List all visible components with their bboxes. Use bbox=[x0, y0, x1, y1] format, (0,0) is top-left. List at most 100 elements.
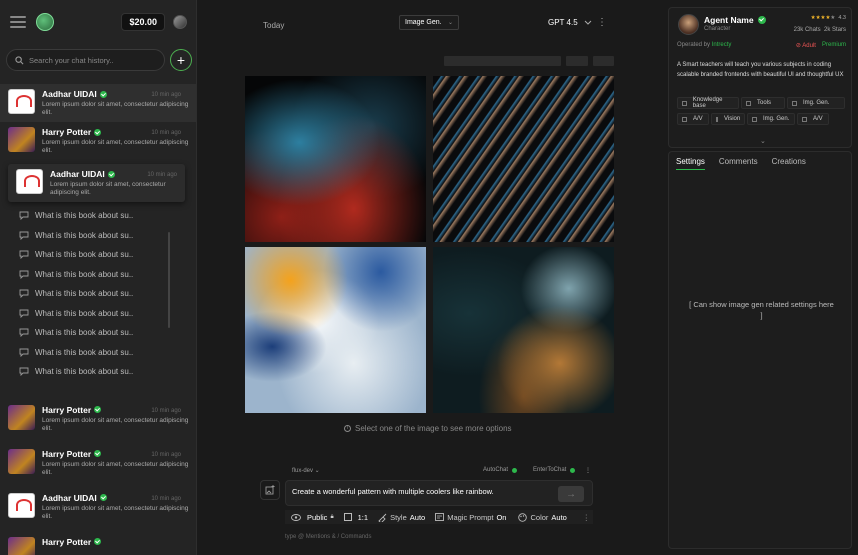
square-icon bbox=[343, 513, 352, 521]
feature-checkbox[interactable]: Img. Gen. bbox=[747, 113, 795, 125]
chat-item[interactable]: Harry Potter Lorem ipsum dolor sit amet, … bbox=[0, 444, 196, 482]
chat-bubble-icon bbox=[19, 270, 29, 279]
feature-label: A/V bbox=[813, 116, 823, 122]
agent-description: A Smart teachers will teach you various … bbox=[677, 62, 844, 78]
settings-placeholder: [ Can show image gen related settings he… bbox=[689, 300, 834, 320]
expand-chevron-icon[interactable]: ⌄ bbox=[760, 137, 766, 145]
generated-image-3[interactable] bbox=[245, 247, 426, 413]
composer-options: flux-dev ⌄ AutoChat EnterToChat ⋮ bbox=[292, 467, 592, 477]
chat-desc: Lorem ipsum dolor sit amet, consectetur … bbox=[42, 101, 189, 116]
harry-potter-thumb bbox=[8, 127, 35, 152]
eye-icon bbox=[291, 513, 301, 521]
agent-avatar[interactable] bbox=[678, 14, 699, 35]
rating: ★★★★ ★ 4.3 bbox=[811, 15, 846, 21]
ratio-option[interactable]: 1:1 bbox=[343, 512, 369, 522]
chat-name: Harry Potter bbox=[42, 404, 92, 415]
attach-image-button[interactable] bbox=[260, 480, 280, 500]
autochat-toggle[interactable]: AutoChat bbox=[483, 467, 518, 473]
feature-checkbox[interactable]: Knowledge base bbox=[677, 97, 739, 109]
checkbox-icon bbox=[746, 100, 751, 106]
feature-checkbox[interactable]: A/V bbox=[797, 113, 829, 125]
agent-role: Character bbox=[704, 26, 731, 32]
date-label: Today bbox=[263, 21, 285, 30]
chat-bubble-icon bbox=[19, 211, 29, 221]
question-text: What is this book about su.. bbox=[35, 269, 134, 279]
chat-time: 10 min ago bbox=[151, 407, 181, 414]
chat-count: 23k Chats bbox=[793, 27, 821, 33]
search-placeholder: Search your chat history.. bbox=[29, 55, 114, 65]
feature-checkbox[interactable]: Vision bbox=[711, 113, 745, 125]
generated-image-2[interactable] bbox=[433, 76, 614, 242]
credit-balance[interactable]: $20.00 bbox=[121, 13, 165, 31]
toolbar-more-icon[interactable]: ⋮ bbox=[583, 513, 591, 522]
generated-image-1[interactable] bbox=[245, 76, 426, 242]
engine-select[interactable]: flux-dev ⌄ bbox=[292, 467, 320, 474]
search-input[interactable]: Search your chat history.. bbox=[6, 49, 165, 71]
chat-item[interactable]: Harry Potter bbox=[0, 532, 196, 555]
chevron-down-icon bbox=[584, 20, 592, 25]
arrow-right-icon: → bbox=[566, 488, 576, 500]
image-grid bbox=[245, 76, 614, 413]
image-add-icon bbox=[265, 485, 275, 495]
mode-value: Image Gen. bbox=[405, 19, 442, 26]
chat-item[interactable]: Harry Potter Lorem ipsum dolor sit amet, … bbox=[0, 122, 196, 160]
toggle-on-indicator bbox=[570, 467, 576, 473]
new-chat-button[interactable]: + bbox=[170, 49, 192, 71]
chat-desc: Lorem ipsum dolor sit amet, consectetur … bbox=[42, 460, 189, 476]
feature-label: Img. Gen. bbox=[763, 116, 790, 122]
style-option[interactable]: Style Auto bbox=[378, 513, 425, 522]
harry-potter-thumb bbox=[8, 404, 35, 430]
question-text: What is this book about su.. bbox=[35, 211, 134, 221]
magic-prompt-option[interactable]: Magic Prompt On bbox=[435, 513, 506, 522]
sidebar-scrollbar[interactable] bbox=[168, 232, 170, 328]
search-icon bbox=[15, 55, 24, 64]
chat-bubble-icon bbox=[19, 250, 29, 260]
visibility-option[interactable]: Public 🔒︎ bbox=[291, 513, 334, 522]
hint-text: Select one of the image to see more opti… bbox=[355, 424, 512, 433]
palette-icon bbox=[518, 512, 528, 522]
ratio-value: 1:1 bbox=[357, 512, 369, 522]
magic-value: On bbox=[496, 512, 507, 522]
feature-checkbox[interactable]: Tools bbox=[741, 97, 785, 109]
avatar[interactable] bbox=[173, 15, 187, 29]
question-text: What is this book about su.. bbox=[35, 367, 134, 377]
harry-potter-thumb bbox=[8, 448, 35, 474]
operator-link[interactable]: Intrecty bbox=[712, 42, 732, 48]
chat-name: Aadhar UIDAI bbox=[42, 89, 97, 99]
operator: Operated by Intrecty bbox=[677, 42, 731, 48]
chat-item-dragging[interactable]: Aadhar UIDAI Lorem ipsum dolor sit amet, … bbox=[8, 164, 185, 202]
brush-icon bbox=[378, 513, 387, 522]
tab-comments[interactable]: Comments bbox=[719, 157, 758, 170]
aadhar-logo-thumb bbox=[8, 492, 35, 518]
chevron-down-icon: ⌄ bbox=[447, 20, 453, 26]
info-icon: i bbox=[344, 425, 351, 432]
question-text: What is this book about su.. bbox=[35, 347, 134, 357]
model-select[interactable]: GPT 4.5 bbox=[548, 18, 592, 27]
feature-checkbox[interactable]: A/V bbox=[677, 113, 709, 125]
generated-image-4[interactable] bbox=[433, 247, 614, 413]
tab-settings[interactable]: Settings bbox=[676, 157, 705, 170]
composer-more-icon[interactable]: ⋮ bbox=[585, 467, 591, 474]
menu-icon[interactable] bbox=[10, 16, 26, 28]
agent-name: Agent Name bbox=[704, 15, 754, 25]
toggle-on-indicator bbox=[512, 467, 518, 473]
chat-item[interactable]: Aadhar UIDAI Lorem ipsum dolor sit amet, … bbox=[0, 84, 196, 122]
send-button[interactable]: → bbox=[558, 486, 584, 502]
mode-select[interactable]: Image Gen. ⌄ bbox=[399, 15, 459, 30]
logo[interactable] bbox=[36, 13, 54, 31]
more-options-icon[interactable]: ⋮ bbox=[597, 17, 607, 28]
question-item[interactable]: What is this book about su.. bbox=[0, 206, 196, 226]
chat-item[interactable]: Harry Potter Lorem ipsum dolor sit amet, … bbox=[0, 400, 196, 438]
tab-creations[interactable]: Creations bbox=[772, 157, 806, 170]
question-item[interactable]: What is this book about su.. bbox=[0, 343, 196, 363]
entertochat-toggle[interactable]: EnterToChat bbox=[533, 467, 576, 473]
question-item[interactable]: What is this book about su.. bbox=[0, 362, 196, 382]
sidebar-topbar: $20.00 bbox=[0, 0, 196, 44]
question-text: What is this book about su.. bbox=[35, 250, 134, 260]
prompt-input[interactable]: Create a wonderful pattern with multiple… bbox=[285, 480, 593, 506]
feature-checkbox[interactable]: Img. Gen. bbox=[787, 97, 845, 109]
chat-item[interactable]: Aadhar UIDAI Lorem ipsum dolor sit amet, … bbox=[0, 488, 196, 526]
color-option[interactable]: Color Auto bbox=[518, 512, 567, 522]
star-count: 2k Stars bbox=[823, 27, 846, 33]
plus-icon: + bbox=[176, 52, 186, 68]
